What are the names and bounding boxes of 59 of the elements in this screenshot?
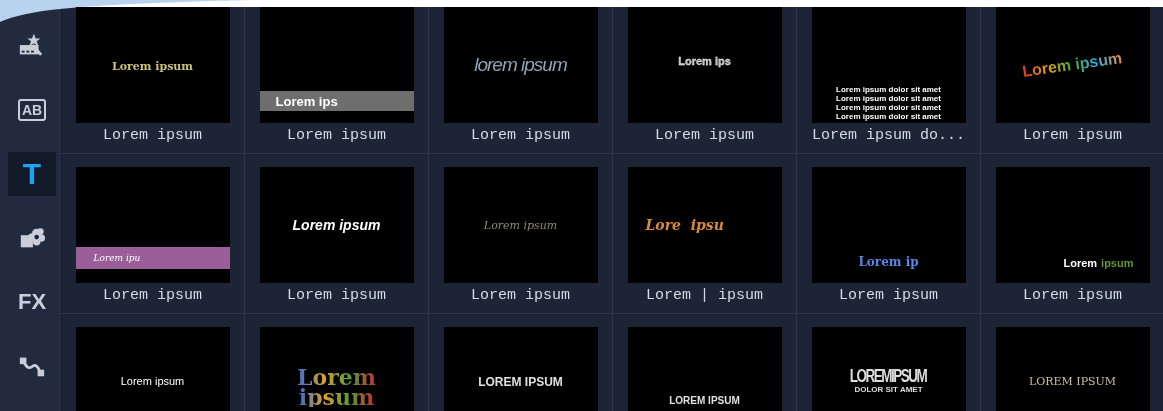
template-tile[interactable]: LOREMIPSUM DOLOR SIT AMET xyxy=(797,314,981,411)
template-tile[interactable]: LOREM IPSUM xyxy=(613,314,797,411)
template-name: Lorem ipsum xyxy=(287,127,386,144)
template-tile[interactable]: Lorem ipsum Lorem ipsum xyxy=(981,154,1163,314)
template-tile[interactable]: Lorem ipsum Lorem ipsum xyxy=(61,7,245,154)
template-tile[interactable]: Lorem ips Lorem ipsum xyxy=(245,7,429,154)
template-tile[interactable]: Lorem ipsum xyxy=(245,314,429,411)
template-tile[interactable]: Lorem ipsum dolor sit amet Lorem ipsum dolor sit amet Lorem ipsum dolor sit amet Lorem ipsum dolor sit amet Lorem ipsum do... xyxy=(797,7,981,154)
preview-text: Lorem ip xyxy=(858,255,919,269)
template-tile[interactable]: Lorem ips Lorem ipsum xyxy=(613,7,797,154)
preview-text: Lorem ipsum xyxy=(483,218,558,232)
sidebar-label: FX xyxy=(17,289,47,315)
preview-text: Lorem ips xyxy=(275,93,338,109)
preview-text: lorem ipsum xyxy=(474,54,567,76)
template-name: Lorem ipsum xyxy=(287,287,386,304)
preview-text: Lorem xyxy=(297,367,376,387)
template-tile[interactable]: LOREM IPSUM xyxy=(429,314,613,411)
preview-text: Lorem ipsum xyxy=(292,217,381,233)
template-name: Lorem | ipsum xyxy=(646,287,763,304)
preview-text: LOREM IPSUM xyxy=(478,375,563,389)
preview-text: Lorem ipsum dolor sit amet xyxy=(836,103,941,112)
preview-text: ipsum xyxy=(1101,257,1134,269)
preview-text: LOREMIPSUM xyxy=(850,367,927,385)
sidebar-item[interactable]: FX xyxy=(8,280,56,324)
template-name: Lorem ipsum xyxy=(471,127,570,144)
preview-text: Lorem ipsum xyxy=(120,375,185,387)
preview-text: DOLOR SIT AMET xyxy=(854,385,923,394)
preview-text: LOREM IPSUM xyxy=(1028,375,1117,388)
template-name: Lorem ipsum xyxy=(103,127,202,144)
template-name: Lorem ipsum xyxy=(471,287,570,304)
ab-label: AB xyxy=(17,99,47,121)
preview-text: Lorem ipsum xyxy=(111,59,193,73)
preview-text: ipsum xyxy=(298,387,375,407)
template-name: Lorem ipsum xyxy=(1023,287,1122,304)
template-tile[interactable]: Lore ipsu Lorem | ipsum xyxy=(613,154,797,314)
preview-text: Lorem ipsum dolor sit amet xyxy=(836,94,941,103)
preview-text: Lorem ips xyxy=(678,55,731,67)
template-name: Lorem ipsum xyxy=(1023,127,1122,144)
template-tile[interactable]: Lorem ipsum Lorem ipsum xyxy=(245,154,429,314)
preview-text: Lorem ipsum dolor sit amet xyxy=(836,112,941,121)
sidebar-item[interactable]: AB xyxy=(8,88,56,132)
sidebar-item[interactable]: T xyxy=(8,152,56,196)
template-tile[interactable]: Lorem ip Lorem ipsum xyxy=(797,154,981,314)
template-name: Lorem ipsum xyxy=(655,127,754,144)
template-tile[interactable]: Lorem ipsum Lorem ipsum xyxy=(981,7,1163,154)
template-tile[interactable]: Lorem ipsum Lorem ipsum xyxy=(429,154,613,314)
preview-text: LOREM IPSUM xyxy=(669,395,740,406)
template-tile[interactable]: lorem ipsum Lorem ipsum xyxy=(429,7,613,154)
template-name: Lorem ipsum do... xyxy=(812,127,965,144)
preview-text: Lore ipsu xyxy=(645,217,724,233)
template-name: Lorem ipsum xyxy=(839,287,938,304)
preview-text: Lorem xyxy=(1063,257,1098,269)
template-tile[interactable]: Lorem ipu Lorem ipsum xyxy=(61,154,245,314)
sidebar-label: T xyxy=(22,157,42,191)
template-tile[interactable]: LOREM IPSUM xyxy=(981,314,1163,411)
template-tile[interactable]: Lorem ipsum xyxy=(61,314,245,411)
template-name: Lorem ipsum xyxy=(103,287,202,304)
preview-text: Lorem ipu xyxy=(93,253,141,263)
preview-text: Lorem ipsum dolor sit amet xyxy=(836,85,941,94)
